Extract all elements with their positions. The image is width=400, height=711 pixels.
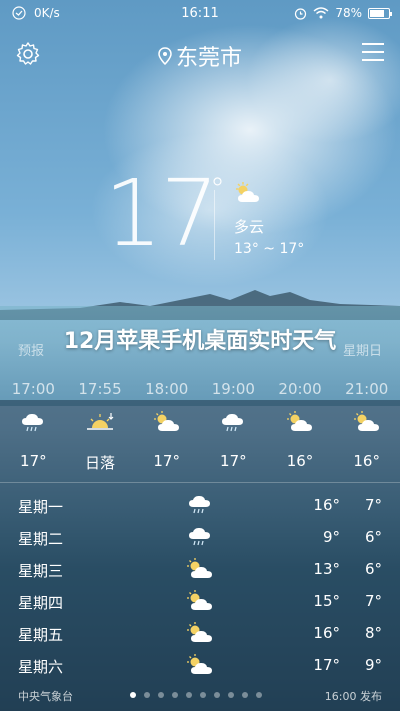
day-name: 星期二 <box>18 530 64 548</box>
hour-time: 17:55 <box>78 380 122 398</box>
page-dot[interactable] <box>186 692 192 698</box>
hourly-times: 17:00 17:55 18:00 19:00 20:00 21:00 <box>0 380 400 404</box>
day-high: 15° <box>313 592 340 610</box>
day-high: 17° <box>313 656 340 674</box>
rain-cloud-icon <box>200 410 267 440</box>
data-source: 中央气象台 <box>18 690 73 703</box>
page-dot[interactable] <box>172 692 178 698</box>
daily-row[interactable]: 星期四 15° 7° <box>0 586 400 618</box>
partly-cloudy-icon <box>187 654 212 674</box>
partly-cloudy-icon <box>133 410 200 440</box>
current-temperature: 17 ° <box>104 160 225 267</box>
degree-symbol: ° <box>210 172 225 207</box>
hour-time: 20:00 <box>278 380 322 398</box>
divider <box>214 190 215 260</box>
page-dot[interactable] <box>228 692 234 698</box>
battery-percent: 78% <box>335 6 362 20</box>
daily-row[interactable]: 星期三 13° 6° <box>0 554 400 586</box>
menu-icon[interactable] <box>362 43 384 63</box>
partly-cloudy-icon <box>333 410 400 440</box>
status-bar: 0K/s 16:11 78% <box>0 0 400 28</box>
hour-temp: 17° <box>153 452 180 470</box>
day-low: 9° <box>364 656 382 674</box>
city-name: 东莞市 <box>175 46 242 71</box>
day-high: 16° <box>313 496 340 514</box>
sunset-icon <box>67 410 134 440</box>
rain-cloud-icon <box>189 527 210 546</box>
publish-time: 16:00 发布 <box>324 690 382 703</box>
city-selector[interactable]: 东莞市 <box>0 40 400 72</box>
day-name: 星期三 <box>18 562 64 580</box>
page-dot[interactable] <box>144 692 150 698</box>
partly-cloudy-icon <box>267 410 334 440</box>
hour-temp: 16° <box>353 452 380 470</box>
hour-time: 19:00 <box>211 380 255 398</box>
current-condition: 多云 13° ~ 17° <box>234 180 304 257</box>
day-high: 16° <box>313 624 340 642</box>
daily-row[interactable]: 星期五 16° 8° <box>0 618 400 650</box>
condition-text: 多云 <box>234 218 265 236</box>
day-name: 星期五 <box>18 626 64 644</box>
daily-row[interactable]: 星期六 17° 9° <box>0 650 400 682</box>
page-dot[interactable] <box>242 692 248 698</box>
page-dot[interactable] <box>200 692 206 698</box>
page-dot[interactable] <box>214 692 220 698</box>
hour-temp: 日落 <box>85 454 116 472</box>
location-pin-icon <box>158 47 172 65</box>
partly-cloudy-icon <box>187 622 212 642</box>
alarm-icon <box>295 7 307 20</box>
page-dot[interactable] <box>158 692 164 698</box>
day-high: 9° <box>322 528 340 546</box>
daily-forecast: 星期一 16° 7° 星期二 9° 6° 星期三 13° 6° 星期四 15° … <box>0 490 400 682</box>
page-dot[interactable] <box>130 692 136 698</box>
day-low: 7° <box>364 496 382 514</box>
day-name: 星期六 <box>18 658 64 676</box>
day-low: 6° <box>364 528 382 546</box>
current-temp-value: 17 <box>104 160 219 267</box>
footer: 中央气象台 16:00 发布 <box>0 688 400 706</box>
day-name: 星期一 <box>18 498 64 516</box>
day-name: 星期四 <box>18 594 64 612</box>
hour-time: 17:00 <box>11 380 55 398</box>
hour-temp: 16° <box>286 452 314 470</box>
temp-range: 13° ~ 17° <box>234 241 305 257</box>
hour-temp: 17° <box>220 452 247 470</box>
day-low: 8° <box>364 624 382 642</box>
rain-cloud-icon <box>189 495 210 514</box>
hourly-icons <box>0 410 400 440</box>
hour-time: 18:00 <box>145 380 189 398</box>
partly-cloudy-icon <box>236 182 259 202</box>
hourly-temps: 17° 日落 17° 17° 16° 16° <box>0 452 400 474</box>
rain-cloud-icon <box>0 410 67 440</box>
partly-cloudy-icon <box>187 558 212 578</box>
page-indicator[interactable] <box>130 692 262 698</box>
daily-row[interactable]: 星期一 16° 7° <box>0 490 400 522</box>
hour-temp: 17° <box>20 452 47 470</box>
wifi-icon <box>313 7 329 19</box>
day-low: 6° <box>364 560 382 578</box>
article-title-overlay: 12月苹果手机桌面实时天气 <box>63 329 337 354</box>
battery-icon <box>368 7 392 19</box>
partly-cloudy-icon <box>187 590 212 610</box>
daily-row[interactable]: 星期二 9° 6° <box>0 522 400 554</box>
day-high: 13° <box>313 560 340 578</box>
page-dot[interactable] <box>256 692 262 698</box>
section-divider <box>0 482 400 483</box>
header: 东莞市 <box>0 36 400 72</box>
day-low: 7° <box>364 592 382 610</box>
hour-time: 21:00 <box>345 380 389 398</box>
